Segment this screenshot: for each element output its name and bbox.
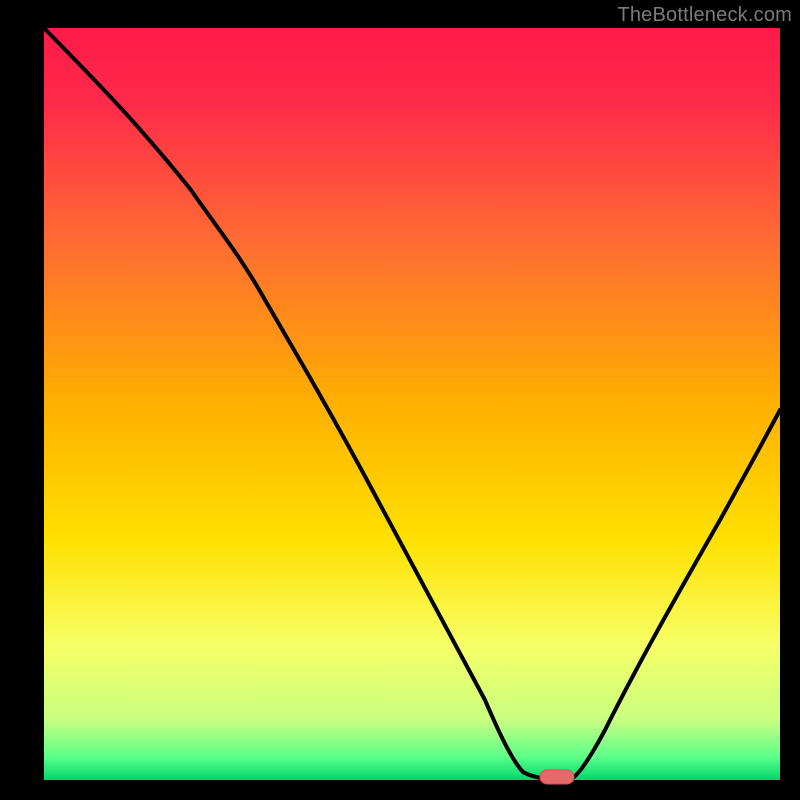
optimal-marker <box>540 770 574 784</box>
bottleneck-chart <box>0 0 800 800</box>
plot-gradient <box>44 28 780 780</box>
watermark-text: TheBottleneck.com <box>617 4 792 27</box>
chart-container: TheBottleneck.com <box>0 0 800 800</box>
